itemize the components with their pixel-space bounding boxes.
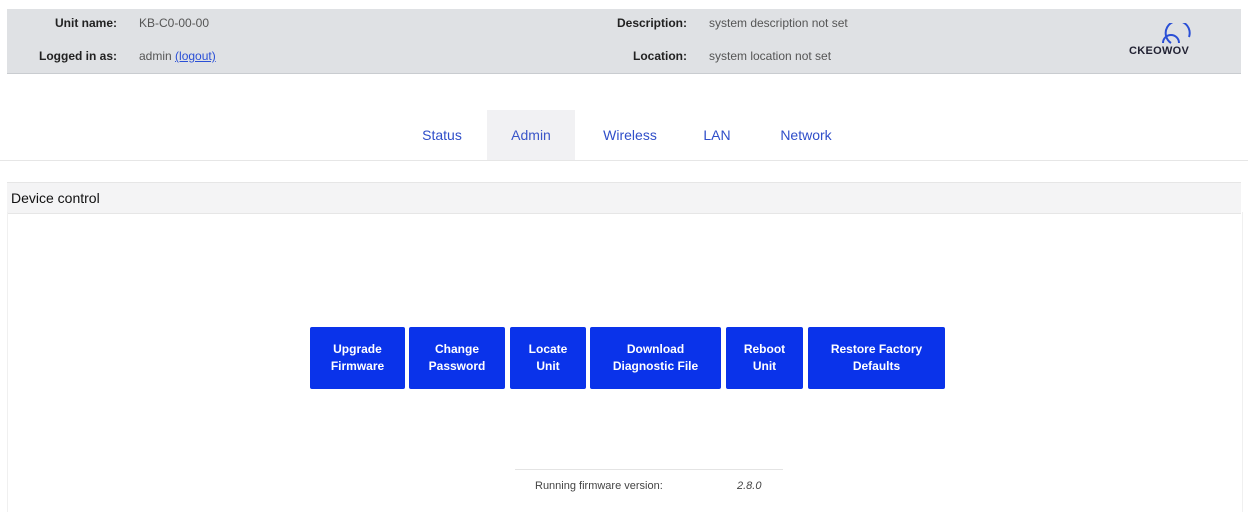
section-header: Device control xyxy=(7,182,1241,214)
logo-text: CKEOWOV xyxy=(1129,45,1190,57)
brand-logo: CKEOWOV xyxy=(1129,23,1219,63)
download-diagnostic-file-button[interactable]: Download Diagnostic File xyxy=(590,327,721,389)
unit-name-value: KB-C0-00-00 xyxy=(139,16,210,30)
tab-network[interactable]: Network xyxy=(763,110,849,160)
description-row: Description: system description not set xyxy=(577,16,848,30)
description-value: system description not set xyxy=(709,16,848,30)
logged-in-row: Logged in as: admin (logout) xyxy=(7,49,216,63)
location-value: system location not set xyxy=(709,49,832,63)
nav-tabs: Status Admin Wireless LAN Network xyxy=(0,110,1248,161)
tab-status[interactable]: Status xyxy=(404,110,480,160)
logo-icon xyxy=(1162,23,1191,44)
upgrade-firmware-button[interactable]: Upgrade Firmware xyxy=(310,327,405,389)
firmware-info: Running firmware version: 2.8.0 xyxy=(515,469,783,500)
logged-in-label: Logged in as: xyxy=(39,49,117,63)
description-label: Description: xyxy=(616,16,687,30)
location-label: Location: xyxy=(633,49,687,63)
logout-link[interactable]: (logout) xyxy=(175,49,216,63)
locate-unit-button[interactable]: Locate Unit xyxy=(510,327,586,389)
section-title: Device control xyxy=(11,190,100,206)
location-row: Location: system location not set xyxy=(577,49,831,63)
firmware-label: Running firmware version: xyxy=(535,480,663,492)
restore-factory-defaults-button[interactable]: Restore Factory Defaults xyxy=(808,327,945,389)
header-bar: Unit name: KB-C0-00-00 Logged in as: admin… xyxy=(7,9,1241,74)
unit-name-row: Unit name: KB-C0-00-00 xyxy=(7,16,209,30)
unit-name-label: Unit name: xyxy=(54,16,117,30)
tab-admin[interactable]: Admin xyxy=(487,110,575,160)
change-password-button[interactable]: Change Password xyxy=(409,327,505,389)
tab-lan[interactable]: LAN xyxy=(689,110,745,160)
tab-wireless[interactable]: Wireless xyxy=(584,110,676,160)
reboot-unit-button[interactable]: Reboot Unit xyxy=(726,327,803,389)
logged-in-user: admin xyxy=(139,49,172,63)
firmware-version: 2.8.0 xyxy=(737,480,762,492)
